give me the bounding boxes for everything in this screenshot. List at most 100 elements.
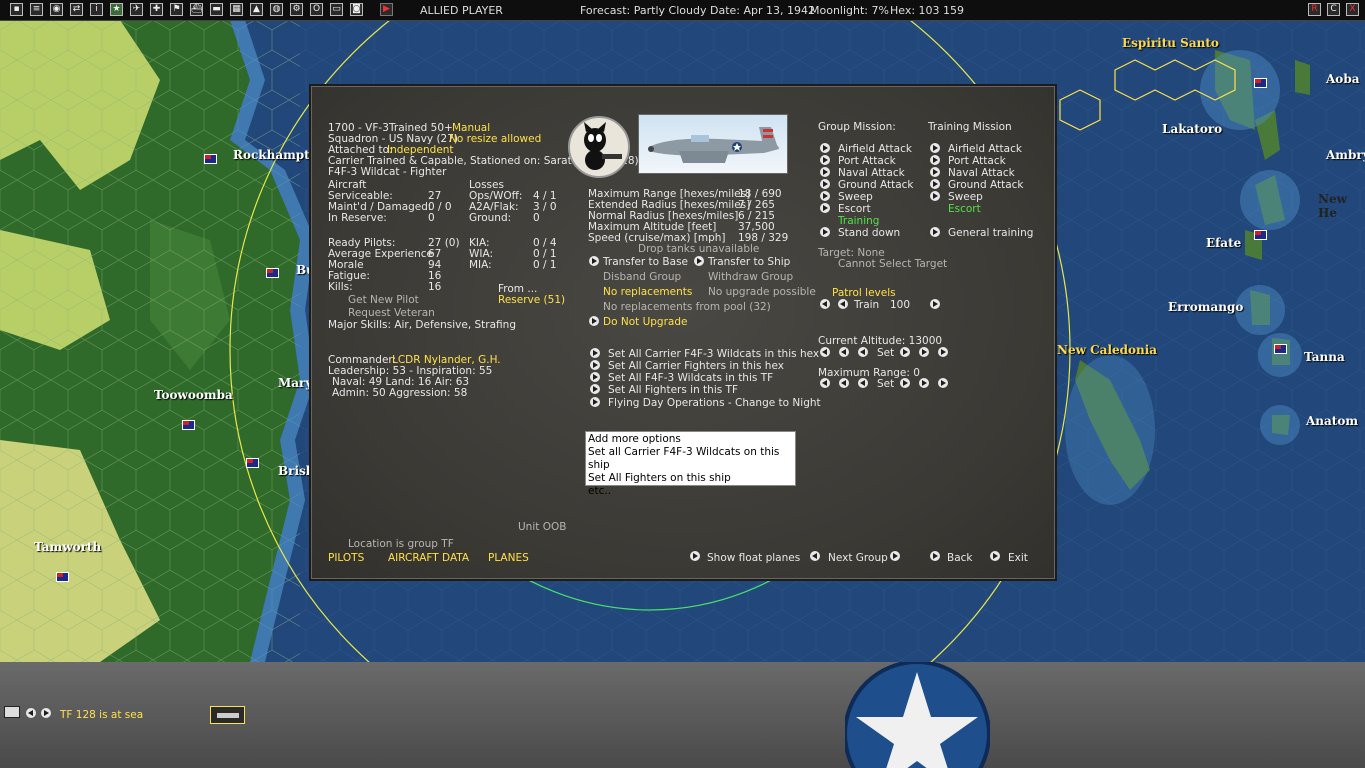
tab-aircraft-data[interactable]: AIRCRAFT DATA	[388, 552, 469, 564]
patrol-increase-button[interactable]	[930, 299, 940, 309]
range-down-large-button[interactable]	[839, 378, 849, 388]
exit-arrow-icon[interactable]	[990, 551, 1000, 561]
prev-group-button[interactable]	[810, 551, 820, 561]
aircraft-type-label: F4F-3 Wildcat - Fighter	[328, 166, 447, 178]
get-new-pilot-button[interactable]: Get New Pilot	[348, 294, 419, 306]
range-down-button[interactable]	[858, 378, 868, 388]
patrol-levels-header: Patrol levels	[832, 287, 896, 299]
patrol-decrease-button[interactable]	[838, 299, 848, 309]
do-not-upgrade-arrow-icon[interactable]	[589, 316, 599, 326]
training-arrow-icon[interactable]	[930, 155, 940, 165]
altitude-down-max-button[interactable]	[820, 347, 830, 357]
mission-port-attack[interactable]: Port Attack	[838, 155, 896, 167]
options-tooltip: Add more options Set all Carrier F4F-3 W…	[585, 431, 796, 497]
training-general[interactable]: General training	[948, 227, 1033, 239]
mission-naval-attack[interactable]: Naval Attack	[838, 167, 905, 179]
tooltip-line: Set all Carrier F4F-3 Wildcats on this s…	[588, 446, 780, 471]
patrol-decrease-more-button[interactable]	[820, 299, 830, 309]
withdraw-button[interactable]: Withdraw Group	[708, 271, 793, 283]
squadron-emblem-icon	[568, 116, 630, 178]
mission-escort[interactable]: Escort	[838, 203, 871, 215]
no-replacements-toggle[interactable]: No replacements	[603, 286, 692, 298]
training-port-attack[interactable]: Port Attack	[948, 155, 1006, 167]
day-night-arrow-icon[interactable]	[590, 397, 600, 407]
training-arrow-icon[interactable]	[930, 191, 940, 201]
no-resize-label: No resize allowed	[449, 133, 542, 145]
training-ground-attack[interactable]: Ground Attack	[948, 179, 1023, 191]
altitude-down-large-button[interactable]	[839, 347, 849, 357]
back-button[interactable]: Back	[947, 552, 973, 564]
tooltip-line: etc..	[588, 485, 612, 497]
mission-arrow-icon[interactable]	[820, 203, 830, 213]
training-arrow-icon[interactable]	[930, 167, 940, 177]
transfer-ship-arrow-icon[interactable]	[694, 256, 704, 266]
altitude-up-max-button[interactable]	[938, 347, 948, 357]
mission-airfield-attack[interactable]: Airfield Attack	[838, 143, 912, 155]
show-float-planes-button[interactable]: Show float planes	[707, 552, 800, 564]
range-up-large-button[interactable]	[919, 378, 929, 388]
set-option-arrow-icon[interactable]	[590, 348, 600, 358]
aircraft-image	[638, 114, 788, 174]
range-set-button[interactable]: Set	[877, 378, 894, 390]
request-veteran-button[interactable]: Request Veteran	[348, 307, 435, 319]
transfer-ship-button[interactable]: Transfer to Ship	[708, 256, 790, 268]
ground-value: 0	[533, 212, 540, 224]
range-up-max-button[interactable]	[938, 378, 948, 388]
mission-training-selected[interactable]: Training	[838, 215, 879, 227]
current-altitude-label: Current Altitude: 13000	[818, 335, 943, 347]
altitude-set-button[interactable]: Set	[877, 347, 894, 359]
mission-arrow-icon[interactable]	[820, 191, 830, 201]
mission-stand-down[interactable]: Stand down	[838, 227, 900, 239]
mission-arrow-icon[interactable]	[820, 167, 830, 177]
do-not-upgrade-button[interactable]: Do Not Upgrade	[603, 316, 687, 328]
reserve-pool-link[interactable]: Reserve (51)	[498, 294, 565, 306]
mission-ground-attack[interactable]: Ground Attack	[838, 179, 913, 191]
transfer-base-button[interactable]: Transfer to Base	[603, 256, 688, 268]
training-arrow-icon[interactable]	[930, 227, 940, 237]
exit-button[interactable]: Exit	[1008, 552, 1028, 564]
training-sweep[interactable]: Sweep	[948, 191, 983, 203]
mission-arrow-icon[interactable]	[820, 155, 830, 165]
mission-sweep[interactable]: Sweep	[838, 191, 873, 203]
cannot-select-target-label: Cannot Select Target	[838, 258, 948, 270]
set-option-hex-carrier-fighters[interactable]: Set All Carrier Fighters in this hex	[608, 360, 784, 372]
show-float-arrow-icon[interactable]	[690, 551, 700, 561]
mission-arrow-icon[interactable]	[820, 143, 830, 153]
set-option-arrow-icon[interactable]	[590, 360, 600, 370]
training-arrow-icon[interactable]	[930, 179, 940, 189]
set-option-arrow-icon[interactable]	[590, 384, 600, 394]
mission-arrow-icon[interactable]	[820, 179, 830, 189]
tooltip-line: Set All Fighters on this ship	[588, 472, 731, 484]
next-group-label: Next Group	[828, 552, 888, 564]
tab-pilots[interactable]: PILOTS	[328, 552, 364, 564]
range-up-button[interactable]	[900, 378, 910, 388]
mission-arrow-icon[interactable]	[820, 227, 830, 237]
unit-oob-button[interactable]: Unit OOB	[518, 521, 566, 533]
patrol-train-value: 100	[890, 299, 911, 311]
group-mission-header: Group Mission:	[818, 121, 896, 133]
set-option-tf-wildcats[interactable]: Set All F4F-3 Wildcats in this TF	[608, 372, 773, 384]
ground-label: Ground:	[469, 212, 512, 224]
training-arrow-icon[interactable]	[930, 143, 940, 153]
disband-button[interactable]: Disband Group	[603, 271, 681, 283]
set-option-arrow-icon[interactable]	[590, 372, 600, 382]
range-down-max-button[interactable]	[820, 378, 830, 388]
drop-tanks-label: Drop tanks unavailable	[638, 243, 760, 255]
set-option-hex-carrier-wildcats[interactable]: Set All Carrier F4F-3 Wildcats in this h…	[608, 348, 819, 360]
kills-label: Kills:	[328, 281, 353, 293]
tab-planes[interactable]: PLANES	[488, 552, 529, 564]
day-night-toggle[interactable]: Flying Day Operations - Change to Night	[608, 397, 821, 409]
training-naval-attack[interactable]: Naval Attack	[948, 167, 1015, 179]
training-escort-selected[interactable]: Escort	[948, 203, 981, 215]
altitude-up-large-button[interactable]	[919, 347, 929, 357]
training-airfield-attack[interactable]: Airfield Attack	[948, 143, 1022, 155]
altitude-down-button[interactable]	[858, 347, 868, 357]
altitude-up-button[interactable]	[900, 347, 910, 357]
game-screen: Espiritu Santo Lakatoro Aoba Ambry New H…	[0, 0, 1365, 768]
commander-admin: Admin: 50 Aggression: 58	[332, 387, 468, 399]
next-group-button[interactable]	[890, 551, 900, 561]
back-arrow-icon[interactable]	[930, 551, 940, 561]
transfer-base-arrow-icon[interactable]	[589, 256, 599, 266]
set-option-tf-fighters[interactable]: Set All Fighters in this TF	[608, 384, 738, 396]
major-skills-label: Major Skills: Air, Defensive, Strafing	[328, 319, 516, 331]
